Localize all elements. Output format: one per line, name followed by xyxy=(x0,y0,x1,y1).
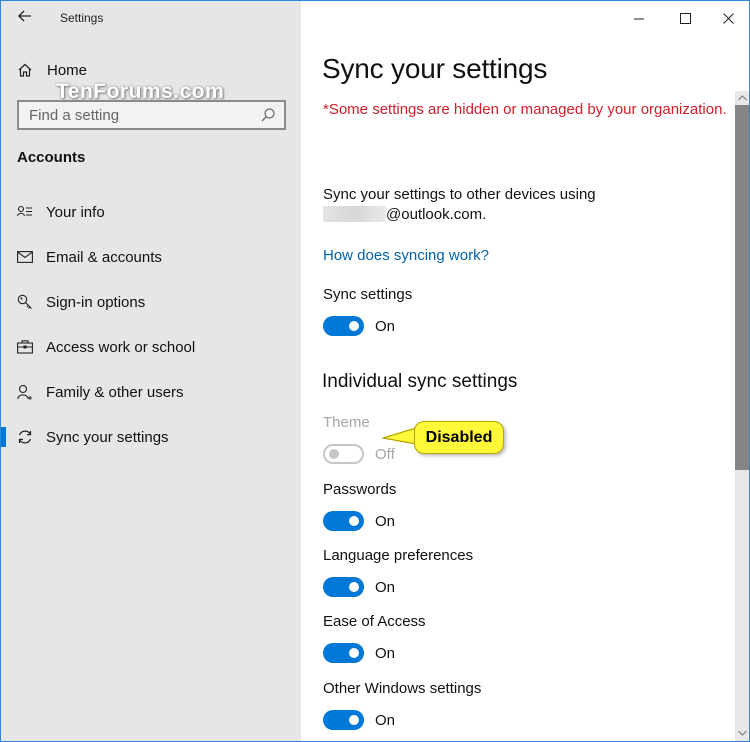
sync-description: Sync your settings to other devices usin… xyxy=(323,185,596,225)
how-does-syncing-work-link[interactable]: How does syncing work? xyxy=(323,247,489,264)
main-content: Sync your settings *Some settings are hi… xyxy=(301,1,749,741)
disabled-callout: Disabled xyxy=(414,421,504,454)
other-windows-settings-setting: Other Windows settings On xyxy=(323,680,481,730)
sidebar-item-label: Sync your settings xyxy=(46,428,169,446)
toggle-state: On xyxy=(375,317,396,335)
sidebar-item-sync-your-settings[interactable]: Sync your settings xyxy=(1,417,301,457)
passwords-toggle[interactable] xyxy=(323,511,364,531)
briefcase-icon xyxy=(17,339,33,355)
managed-notice: *Some settings are hidden or managed by … xyxy=(323,101,727,118)
callout-pointer xyxy=(382,427,417,445)
search-icon[interactable] xyxy=(260,107,276,123)
setting-label: Language preferences xyxy=(323,547,474,564)
language-preferences-setting: Language preferences On xyxy=(323,547,473,597)
callout-text: Disabled xyxy=(425,428,493,446)
chevron-up-icon xyxy=(738,95,747,101)
toggle-state: On xyxy=(375,711,396,729)
back-button[interactable] xyxy=(13,7,37,29)
setting-label: Ease of Access xyxy=(323,613,426,630)
toggle-state: On xyxy=(375,578,396,596)
vertical-scrollbar[interactable] xyxy=(735,91,749,741)
sidebar-item-label: Your info xyxy=(46,203,105,221)
search-input[interactable] xyxy=(29,106,260,124)
sidebar-item-sign-in-options[interactable]: Sign-in options xyxy=(1,282,301,322)
page-title: Sync your settings xyxy=(322,53,548,84)
key-icon xyxy=(17,294,33,310)
sidebar-item-email-accounts[interactable]: Email & accounts xyxy=(1,237,301,277)
other-windows-settings-toggle[interactable] xyxy=(323,710,364,730)
sidebar-item-family-other-users[interactable]: Family & other users xyxy=(1,372,301,412)
email-suffix: @outlook.com. xyxy=(386,206,487,223)
masked-email-username xyxy=(323,206,386,222)
settings-window: Settings Home TenForums.com Accounts You… xyxy=(0,0,750,742)
search-box[interactable] xyxy=(17,100,286,130)
description-text: Sync your settings to other devices usin… xyxy=(323,186,596,203)
scroll-down-button[interactable] xyxy=(735,726,749,740)
home-label: Home xyxy=(47,61,88,79)
app-title: Settings xyxy=(60,11,104,25)
home-icon xyxy=(18,63,32,77)
sidebar: Settings Home TenForums.com Accounts You… xyxy=(1,1,301,741)
sidebar-home[interactable]: Home xyxy=(17,59,87,81)
sync-settings-setting: Sync settings On xyxy=(323,286,412,336)
setting-label: Sync settings xyxy=(323,286,413,303)
person-list-icon xyxy=(17,204,33,220)
sync-settings-toggle[interactable] xyxy=(323,316,364,336)
ease-of-access-setting: Ease of Access On xyxy=(323,613,426,663)
toggle-state: On xyxy=(375,512,396,530)
individual-sync-heading: Individual sync settings xyxy=(322,371,518,392)
sidebar-item-label: Email & accounts xyxy=(46,248,162,266)
chevron-down-icon xyxy=(738,730,747,736)
setting-label: Other Windows settings xyxy=(323,680,482,697)
sidebar-item-access-work-school[interactable]: Access work or school xyxy=(1,327,301,367)
passwords-setting: Passwords On xyxy=(323,481,396,531)
sidebar-item-label: Family & other users xyxy=(46,383,184,401)
back-arrow-icon xyxy=(18,10,31,22)
sidebar-item-your-info[interactable]: Your info xyxy=(1,192,301,232)
person-add-icon xyxy=(17,384,33,400)
toggle-state: On xyxy=(375,644,396,662)
mail-icon xyxy=(17,249,33,265)
scroll-thumb[interactable] xyxy=(735,105,749,470)
scroll-up-button[interactable] xyxy=(735,91,749,105)
toggle-state: Off xyxy=(375,445,395,463)
sidebar-item-label: Access work or school xyxy=(46,338,196,356)
section-title: Accounts xyxy=(17,149,86,166)
ease-of-access-toggle[interactable] xyxy=(323,643,364,663)
setting-label: Passwords xyxy=(323,481,397,498)
language-preferences-toggle[interactable] xyxy=(323,577,364,597)
sync-icon xyxy=(17,429,33,445)
sidebar-item-label: Sign-in options xyxy=(46,293,146,311)
theme-toggle xyxy=(323,444,364,464)
